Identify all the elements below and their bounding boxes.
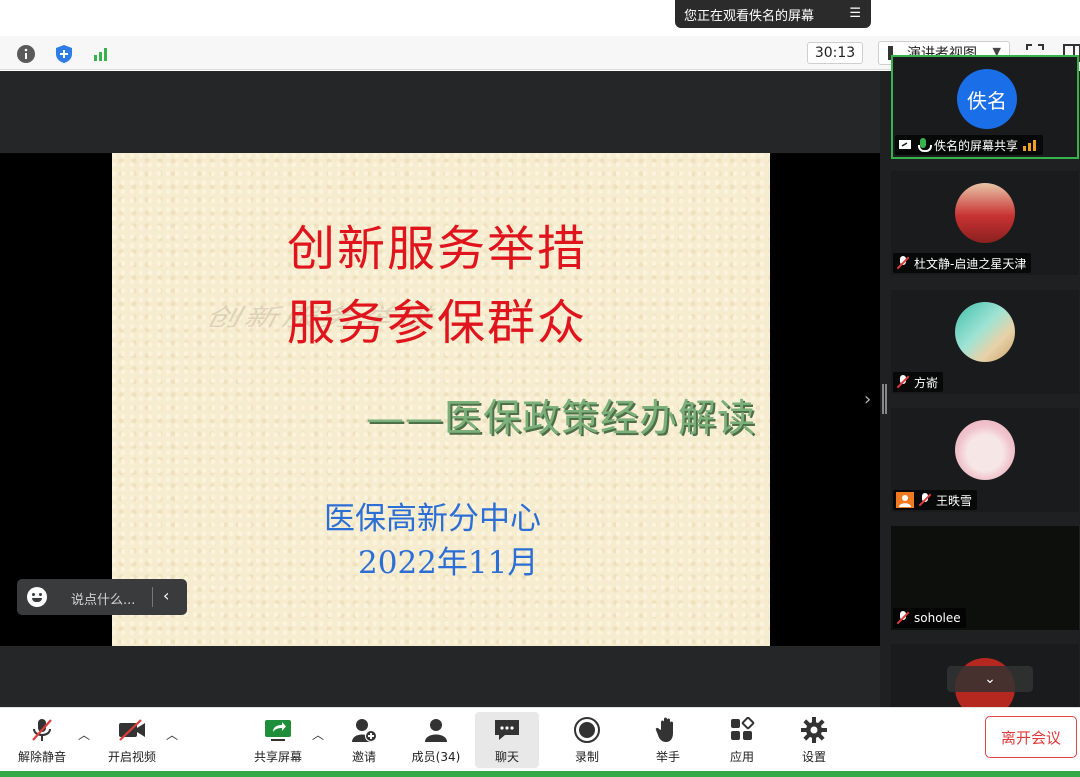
chevron-up-icon[interactable]: ︿ <box>166 726 178 743</box>
signal-icon[interactable] <box>91 44 111 64</box>
apps-label: 应用 <box>729 750 754 764</box>
slide-subtitle: ——医保政策经办解读 <box>366 396 757 440</box>
unmute-label: 解除静音 <box>17 750 66 764</box>
list-menu-icon[interactable]: ☰ <box>849 6 861 21</box>
meeting-controls: 解除静音 ︿ 开启视频 ︿ 共享屏幕 ︿ 邀请 成员(34) 聊天 录制 举手 … <box>0 707 1080 771</box>
leave-meeting-button[interactable]: 离开会议 <box>985 716 1077 758</box>
gear-icon <box>799 715 829 745</box>
viewing-banner[interactable]: 您正在观看佚名的屏幕 ☰ <box>675 0 871 28</box>
participant-name: soholee <box>914 611 961 625</box>
unmute-button[interactable]: 解除静音 <box>14 712 70 768</box>
participant-name: 杜文静-启迪之星天津 <box>914 256 1027 271</box>
chat-button[interactable]: 聊天 <box>475 712 539 768</box>
chevron-down-icon[interactable]: ⌄ <box>947 666 1033 692</box>
viewing-banner-text: 您正在观看佚名的屏幕 <box>684 8 815 24</box>
share-screen-button[interactable]: 共享屏幕 <box>250 712 306 768</box>
avatar <box>955 420 1015 480</box>
apps-icon <box>727 715 757 745</box>
slide-title-line1: 创新服务举措 <box>287 221 588 277</box>
slide-title-line2: 服务参保群众 <box>287 295 588 351</box>
camera-off-icon <box>117 715 147 745</box>
participant-name: 王昳雪 <box>936 493 973 508</box>
record-label: 录制 <box>574 750 599 764</box>
quick-chat-bar[interactable]: 说点什么... ‹ <box>17 579 187 615</box>
microphone-muted-icon <box>896 611 910 625</box>
meeting-timer: 30:13 <box>807 42 863 64</box>
avatar <box>955 183 1015 243</box>
participant-name-tag: 王昳雪 <box>893 490 978 510</box>
microphone-muted-icon <box>896 256 910 270</box>
slide-organization: 医保高新分中心 <box>324 501 541 537</box>
record-icon <box>572 715 602 745</box>
participant-tile[interactable]: 佚名 佚名的屏幕共享 <box>891 55 1079 159</box>
raise-hand-button[interactable]: 举手 <box>644 712 692 768</box>
participant-name-tag: soholee <box>893 608 966 628</box>
microphone-muted-icon <box>27 715 57 745</box>
members-button[interactable]: 成员(34) <box>406 712 466 768</box>
chevron-up-icon[interactable]: ︿ <box>312 726 324 743</box>
apps-button[interactable]: 应用 <box>718 712 766 768</box>
chat-icon <box>492 715 522 745</box>
avatar: 佚名 <box>957 69 1017 129</box>
microphone-muted-icon <box>896 375 910 389</box>
settings-label: 设置 <box>801 750 826 764</box>
microphone-icon <box>916 138 932 152</box>
shared-screen-stage: 创新服务举措 创新服务举措 服务参保群众 ——医保政策经办解读 医保高新分中心 … <box>0 71 880 707</box>
chat-label: 聊天 <box>494 750 519 764</box>
chevron-left-icon[interactable]: ‹ <box>163 586 169 605</box>
participant-panel: 佚名 佚名的屏幕共享 杜文静-启迪之星天津 方嵛 王昳雪 soholee ⌄ <box>890 55 1080 714</box>
participant-tile[interactable]: soholee <box>891 526 1079 630</box>
users-icon <box>421 715 451 745</box>
participant-tile[interactable]: 杜文静-启迪之星天津 <box>891 171 1079 275</box>
screen-share-icon <box>899 140 911 149</box>
chevron-up-icon[interactable]: ︿ <box>78 726 90 743</box>
members-label: 成员(34) <box>411 750 461 764</box>
participant-tile[interactable]: 王昳雪 <box>891 408 1079 512</box>
participant-name-tag: 方嵛 <box>893 372 944 392</box>
start-video-label: 开启视频 <box>107 750 156 764</box>
top-strip <box>0 0 1080 36</box>
participant-name-tag: 杜文静-启迪之星天津 <box>893 253 1032 273</box>
share-screen-icon <box>263 715 293 745</box>
raise-hand-label: 举手 <box>655 750 680 764</box>
record-button[interactable]: 录制 <box>563 712 611 768</box>
emoji-icon[interactable] <box>27 587 47 607</box>
participant-name: 佚名的屏幕共享 <box>934 138 1019 153</box>
presentation-slide: 创新服务举措 创新服务举措 服务参保群众 ——医保政策经办解读 医保高新分中心 … <box>112 153 770 646</box>
hand-icon <box>653 715 683 745</box>
avatar <box>955 302 1015 362</box>
participant-tile[interactable]: 方嵛 <box>891 290 1079 394</box>
microphone-muted-icon <box>918 493 932 507</box>
panel-resize-handle[interactable] <box>880 71 890 707</box>
share-screen-label: 共享屏幕 <box>253 750 302 764</box>
participant-name: 方嵛 <box>914 375 939 390</box>
host-icon <box>896 492 914 508</box>
quick-chat-divider <box>152 587 153 607</box>
settings-button[interactable]: 设置 <box>790 712 838 768</box>
taskbar-stripe <box>0 771 1080 777</box>
signal-icon <box>1023 140 1037 151</box>
shield-icon[interactable] <box>54 44 74 64</box>
participant-name-tag: 佚名的屏幕共享 <box>895 135 1044 155</box>
meeting-window: 您正在观看佚名的屏幕 ☰ 30:13 演讲者视图 ▼ 创新服务举措 创新服务举措 <box>0 0 1080 777</box>
invite-label: 邀请 <box>351 750 376 764</box>
invite-button[interactable]: 邀请 <box>340 712 388 768</box>
info-icon[interactable] <box>16 44 36 64</box>
slide-date: 2022年11月 <box>358 545 539 581</box>
chevron-right-icon[interactable]: › <box>864 389 871 410</box>
quick-chat-placeholder[interactable]: 说点什么... <box>71 589 135 608</box>
add-user-icon <box>349 715 379 745</box>
grip-icon <box>882 384 887 414</box>
start-video-button[interactable]: 开启视频 <box>104 712 160 768</box>
participant-tile[interactable]: ⌄ <box>891 644 1079 714</box>
